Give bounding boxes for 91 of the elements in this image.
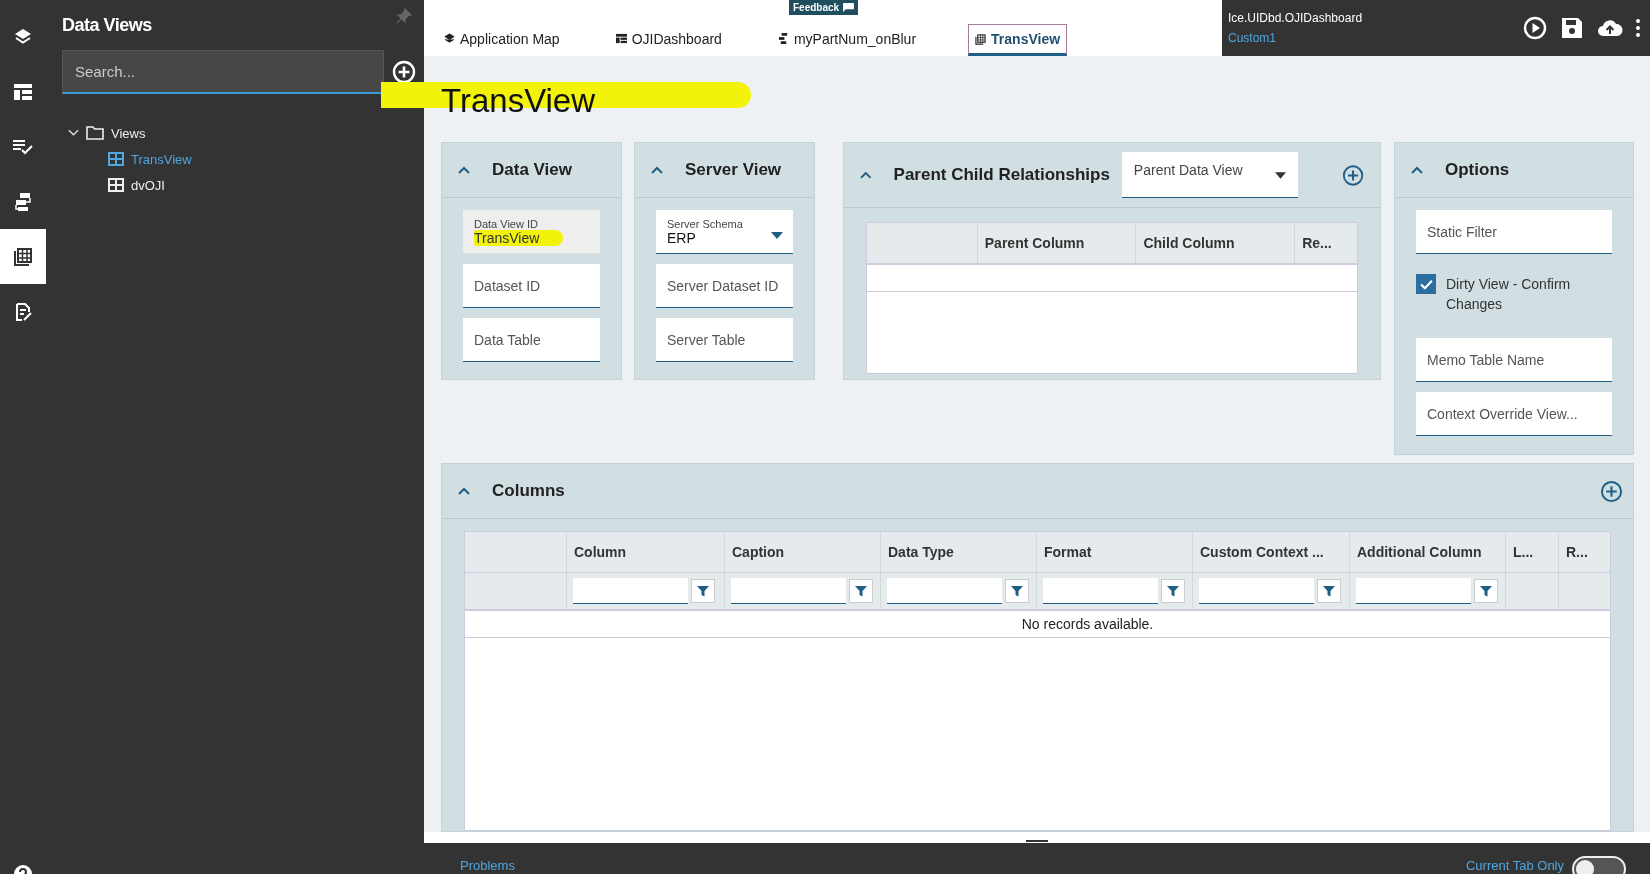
collapse-icon[interactable] xyxy=(1411,166,1423,174)
collapse-icon[interactable] xyxy=(458,166,470,174)
problems-tab[interactable]: Problems xyxy=(460,858,515,873)
input-field[interactable]: Data Table xyxy=(463,318,600,362)
filter-button[interactable] xyxy=(849,579,873,603)
filter-field[interactable] xyxy=(1199,578,1314,604)
filter-icon xyxy=(1167,585,1179,597)
input-field[interactable]: Context Override View... xyxy=(1416,392,1612,436)
filter-field[interactable] xyxy=(1043,578,1158,604)
filter-icon xyxy=(855,585,867,597)
column-header[interactable]: Custom Context ... xyxy=(1192,532,1349,572)
toggle-label: Current Tab Only xyxy=(1465,858,1564,873)
tree-item[interactable]: TransView xyxy=(68,146,424,172)
tab[interactable]: myPartNum_onBlur xyxy=(771,24,923,56)
app-title: Ice.UIDbd.OJIDashboard xyxy=(1228,11,1364,25)
layer-link[interactable]: Custom1 xyxy=(1228,31,1523,45)
column-header[interactable]: Format xyxy=(1036,532,1192,572)
resize-handle[interactable] xyxy=(1026,840,1048,842)
tab[interactable]: Application Map xyxy=(438,24,566,56)
flow-icon xyxy=(777,33,789,44)
column-header[interactable]: Caption xyxy=(724,532,880,572)
caret-icon xyxy=(771,232,783,239)
filter-field[interactable] xyxy=(731,578,846,604)
collapse-icon[interactable] xyxy=(651,166,663,174)
column-header[interactable]: Data Type xyxy=(880,532,1036,572)
filter-button[interactable] xyxy=(1317,579,1341,603)
check-icon xyxy=(1419,278,1433,290)
empty-message: No records available. xyxy=(1021,616,1154,632)
filter-icon xyxy=(1323,585,1335,597)
layers-icon xyxy=(444,33,455,44)
card-title: Options xyxy=(1445,160,1510,180)
save-icon[interactable] xyxy=(1560,16,1584,40)
tab[interactable]: OJIDashboard xyxy=(609,24,728,56)
grid-icon xyxy=(108,178,124,192)
column-header[interactable]: Additional Column xyxy=(1349,532,1505,572)
column-header[interactable]: Child Column xyxy=(1135,223,1295,263)
document-edit-icon xyxy=(13,301,33,322)
caret-icon xyxy=(1274,172,1286,179)
dropdown-field[interactable]: Server Schema ERP xyxy=(656,210,793,254)
column-header[interactable]: L... xyxy=(1505,532,1558,572)
table-icon xyxy=(13,246,33,267)
filter-icon xyxy=(1011,585,1023,597)
field-value: TransView xyxy=(474,229,564,246)
input-field[interactable]: Memo Table Name xyxy=(1416,338,1612,382)
checkbox[interactable] xyxy=(1416,274,1436,294)
column-header[interactable]: Parent Column xyxy=(976,223,1136,263)
collapse-icon[interactable] xyxy=(458,487,470,495)
table-icon xyxy=(975,33,987,45)
card-title: Columns xyxy=(492,481,565,501)
filter-button[interactable] xyxy=(691,579,715,603)
column-header[interactable]: Re... xyxy=(1294,223,1357,263)
filter-button[interactable] xyxy=(1161,579,1185,603)
column-header[interactable]: Column xyxy=(566,532,724,572)
tab[interactable]: TransView xyxy=(968,24,1068,56)
layout-icon xyxy=(13,81,33,102)
flow-icon xyxy=(13,191,33,212)
upload-icon[interactable] xyxy=(1597,18,1623,38)
filter-icon xyxy=(1480,585,1492,597)
feedback-button[interactable]: Feedback xyxy=(789,0,859,15)
filter-icon xyxy=(697,585,709,597)
checkbox-label: Dirty View - Confirm Changes xyxy=(1446,275,1572,314)
field-label: Server Schema xyxy=(667,217,743,230)
filter-button[interactable] xyxy=(1474,579,1498,603)
column-header[interactable]: R... xyxy=(1558,532,1610,572)
input-field[interactable]: Dataset ID xyxy=(463,264,600,308)
play-icon[interactable] xyxy=(1523,16,1547,40)
filter-button[interactable] xyxy=(1005,579,1029,603)
panel-title: Data Views xyxy=(62,14,152,36)
search-field[interactable]: Search... xyxy=(62,50,384,94)
grid-icon xyxy=(108,152,124,166)
field-label: Data View ID xyxy=(474,217,538,230)
card-title: Parent Child Relationships xyxy=(893,165,1110,185)
filter-field[interactable] xyxy=(1356,578,1471,604)
data-view-id-field[interactable]: Data View ID TransView xyxy=(463,210,600,254)
input-field[interactable]: Server Table xyxy=(656,318,793,362)
filter-field[interactable] xyxy=(887,578,1002,604)
input-field[interactable]: Static Filter xyxy=(1416,210,1612,254)
input-field[interactable]: Server Dataset ID xyxy=(656,264,793,308)
more-icon[interactable] xyxy=(1636,19,1640,37)
collapse-icon[interactable] xyxy=(860,171,872,179)
layout-icon xyxy=(615,33,627,44)
dropdown-placeholder: Parent Data View xyxy=(1133,162,1243,178)
comment-icon xyxy=(843,3,855,12)
tree-item[interactable]: dvOJI xyxy=(68,172,424,198)
card-title: Server View xyxy=(685,160,782,180)
tree-folder[interactable]: Views xyxy=(68,120,424,146)
filter-field[interactable] xyxy=(573,578,688,604)
dropdown-field[interactable]: Parent Data View xyxy=(1121,152,1298,198)
folder-icon xyxy=(86,126,104,140)
card-title: Data View xyxy=(492,160,572,180)
field-value: ERP xyxy=(667,229,696,246)
